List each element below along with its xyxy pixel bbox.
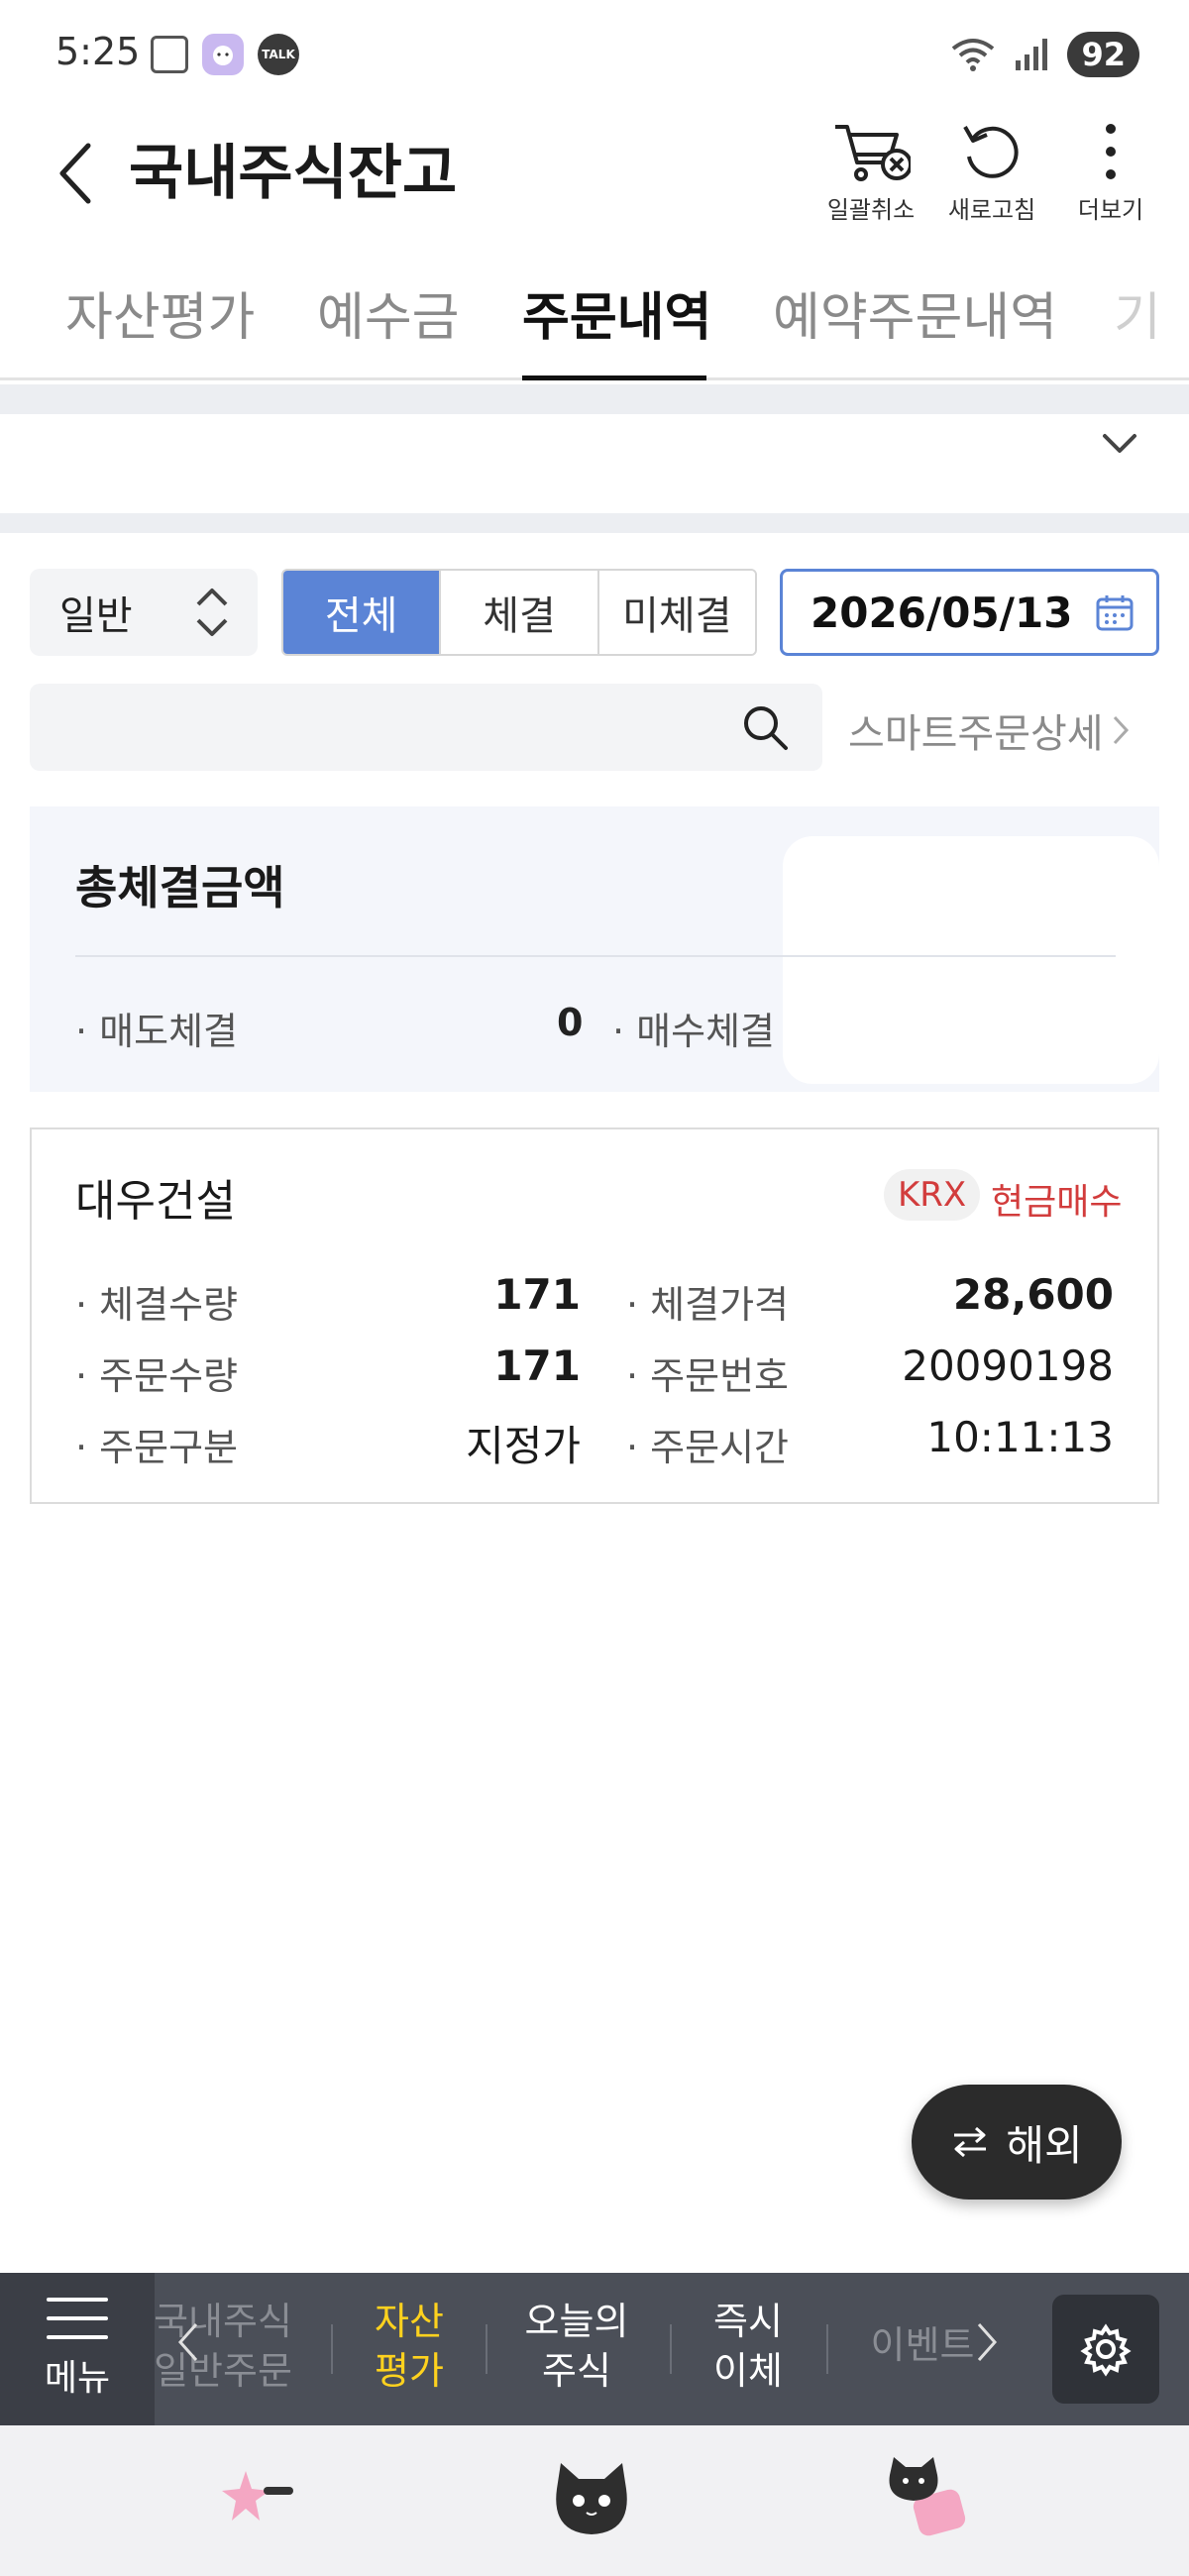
summary-title: 총체결금액 (75, 861, 285, 914)
talk-icon: TALK (258, 34, 299, 75)
cancel-all-button[interactable]: 일괄취소 (816, 119, 925, 228)
filled-qty-value: 171 (493, 1270, 581, 1319)
more-label: 더보기 (1077, 196, 1144, 224)
nav-todays-stock[interactable]: 오늘의 주식 (497, 2297, 656, 2396)
tab-deposit[interactable]: 예수금 (317, 275, 460, 350)
gear-icon (1080, 2323, 1132, 2377)
more-vertical-icon (1106, 124, 1116, 179)
segment-filled[interactable]: 체결 (441, 571, 599, 654)
search-icon (744, 706, 788, 750)
overseas-label: 해외 (1006, 2120, 1083, 2170)
refresh-icon (963, 126, 1019, 178)
order-time-value: 10:11:13 (926, 1413, 1114, 1461)
fill-status-segment: 전체 체결 미체결 (281, 569, 757, 656)
summary-card: 총체결금액 · 매도체결 0 · 매수체결 (30, 806, 1159, 1092)
account-selector[interactable] (0, 414, 1189, 513)
order-type-value: 일반 (59, 593, 133, 639)
active-tab-indicator (522, 376, 706, 380)
order-no-label: · 주문번호 (626, 1354, 790, 1398)
search-row: 스마트주문상세 (30, 684, 1159, 773)
order-qty-label: · 주문수량 (75, 1354, 239, 1398)
account-selector-band (0, 384, 1189, 533)
swap-arrows-icon (954, 2126, 987, 2158)
smart-order-detail-label: 스마트주문상세 (848, 711, 1104, 757)
status-right: 92 (950, 32, 1139, 77)
order-card[interactable]: 대우건설 KRX 현금매수 · 체결수량 171 · 체결가격 28,600 ·… (30, 1127, 1159, 1504)
market-badge: KRX (884, 1169, 981, 1221)
hamburger-icon (47, 2298, 108, 2339)
overseas-toggle-button[interactable]: 해외 (912, 2085, 1122, 2200)
nav-separator (826, 2324, 828, 2374)
updown-chevron-icon (196, 589, 228, 636)
segment-all[interactable]: 전체 (283, 571, 442, 654)
date-picker[interactable]: 2026/05/13 (780, 569, 1159, 656)
tab-bar: 자산평가 예수금 주문내역 예약주문내역 기 (0, 250, 1189, 380)
cat-pillow-icon (889, 2457, 966, 2536)
nav-instant-transfer[interactable]: 즉시 이체 (684, 2297, 812, 2396)
search-button[interactable] (735, 698, 795, 757)
nav-separator (486, 2324, 487, 2374)
stock-name: 대우건설 (75, 1176, 236, 1227)
screenshot-icon (151, 36, 188, 73)
battery-indicator: 92 (1067, 32, 1139, 77)
order-type-select[interactable]: 일반 (30, 569, 258, 656)
decorative-footer (0, 2425, 1189, 2576)
segment-unfilled[interactable]: 미체결 (598, 571, 755, 654)
status-bar: 5:25 TALK 92 (0, 0, 1189, 109)
chevron-down-icon (1103, 434, 1136, 453)
order-type-label: 현금매수 (991, 1182, 1123, 1223)
back-button[interactable] (40, 134, 109, 213)
redacted-area (783, 836, 1159, 1084)
wifi-icon (952, 39, 995, 71)
tab-asset-eval[interactable]: 자산평가 (65, 275, 255, 350)
order-time-label: · 주문시간 (626, 1426, 790, 1469)
filter-row: 일반 전체 체결 미체결 2026/05/13 (30, 569, 1159, 658)
menu-button[interactable]: 메뉴 (0, 2273, 155, 2425)
order-qty-value: 171 (493, 1342, 581, 1390)
nav-scroll-right-icon[interactable] (975, 2320, 999, 2364)
tab-reserved-orders[interactable]: 예약주문내역 (773, 275, 1057, 350)
cart-cancel-icon (835, 125, 911, 181)
chevron-right-icon (1113, 715, 1129, 745)
cat-face-icon (556, 2463, 627, 2534)
nav-separator (331, 2324, 333, 2374)
page-title: 국내주식잔고 (129, 139, 458, 208)
cancel-all-label: 일괄취소 (826, 196, 916, 224)
more-button[interactable]: 더보기 (1056, 119, 1165, 228)
nav-scroll-left-icon[interactable] (176, 2320, 200, 2364)
app-notification-icon (202, 34, 244, 75)
refresh-label: 새로고침 (947, 196, 1036, 224)
nav-asset-eval[interactable]: 자산 평가 (345, 2297, 474, 2396)
chevron-left-icon (59, 143, 91, 204)
nav-separator (670, 2324, 672, 2374)
bottom-nav: 메뉴 국내주식 일반주문 자산 평가 오늘의 주식 즉시 이체 이벤트 (0, 2273, 1189, 2425)
status-time: 5:25 (55, 30, 141, 73)
nav-settings-button[interactable] (1052, 2295, 1159, 2404)
filled-price-value: 28,600 (952, 1270, 1114, 1319)
filled-qty-label: · 체결수량 (75, 1283, 239, 1327)
order-no-value: 20090198 (902, 1342, 1114, 1390)
nav-domestic-order[interactable]: 국내주식 일반주문 (149, 2297, 297, 2396)
star-sticker-icon (222, 2471, 293, 2521)
app-header: 국내주식잔고 일괄취소 새로고침 더보기 (0, 109, 1189, 238)
stock-search-input[interactable] (30, 684, 822, 771)
sell-filled-label: · 매도체결 (75, 1010, 239, 1053)
buy-filled-label: · 매수체결 (612, 1010, 776, 1053)
order-kind-value: 지정가 (466, 1422, 581, 1470)
tab-more[interactable]: 기 (1114, 275, 1183, 350)
filled-price-label: · 체결가격 (626, 1283, 790, 1327)
refresh-button[interactable]: 새로고침 (937, 119, 1046, 228)
account-dropdown-button[interactable] (1090, 414, 1149, 474)
summary-divider (75, 955, 1116, 957)
sell-filled-value: 0 (557, 1001, 584, 1044)
signal-icon (1016, 39, 1048, 70)
smart-order-detail-link[interactable]: 스마트주문상세 (848, 701, 1130, 759)
notification-icons: TALK (151, 34, 299, 75)
order-kind-label: · 주문구분 (75, 1426, 239, 1469)
date-value: 2026/05/13 (811, 588, 1073, 637)
calendar-icon (1096, 595, 1134, 631)
tab-order-history[interactable]: 주문내역 (522, 275, 711, 350)
menu-label: 메뉴 (44, 2358, 111, 2399)
nav-event[interactable]: 이벤트 (858, 2320, 987, 2370)
